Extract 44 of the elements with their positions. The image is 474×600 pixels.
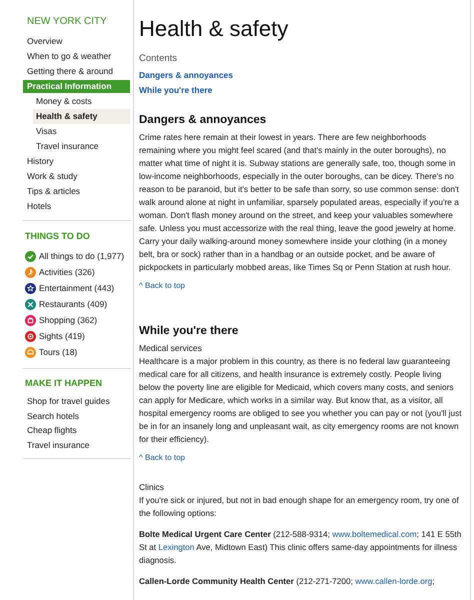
section-heading: THINGS TO DO bbox=[25, 230, 91, 242]
category-link[interactable]: Shopping (362) bbox=[39, 314, 98, 326]
nav-link[interactable]: History bbox=[27, 154, 127, 169]
inline-link[interactable]: Lexington bbox=[158, 542, 194, 552]
back-to-top-link[interactable]: ^ Back to top bbox=[139, 453, 185, 462]
nav-link[interactable]: Overview bbox=[27, 34, 127, 49]
nav-link[interactable]: Search hotels bbox=[27, 408, 127, 423]
subheading: Medical services bbox=[139, 342, 203, 355]
nav-link[interactable]: Travel insurance bbox=[36, 139, 130, 154]
inline-link[interactable]: www.boltemedical.com bbox=[332, 529, 417, 539]
nav-link[interactable]: Shop for travel guides bbox=[27, 394, 127, 408]
category-link[interactable]: All things to do (1,977) bbox=[39, 250, 124, 262]
category-link[interactable]: Tours (18) bbox=[39, 346, 78, 358]
listing-text: Bolte Medical Urgent Care Center (212-588-9314; www.boltemedical.com; 141 E 55th St at Lexington Ave, Midtown East) This clinic offers same-day appointments for illness diagnosis. bbox=[139, 528, 462, 567]
nav-link[interactable]: Health & safety bbox=[33, 109, 130, 124]
nav-link[interactable]: Cheap flights bbox=[27, 423, 127, 438]
section-heading: While you're there bbox=[139, 324, 240, 338]
subheading: Clinics bbox=[139, 481, 166, 494]
paragraph: Healthcare is a major problem in this country, as there is no federal law guaranteeing medical care for all citizens, and health insurance is extremely costly. People living below the poverty line are eligible for Medicaid, which covers many costs, and seniors can apply for Medicare, which works in a similar way. But know that, as a visitor, all hospital emergency rooms are obliged to see you whether you can pay or not (you'll just be in for an insanely long and unpleasant wait, as city emergency rooms are not known for their efficiency). bbox=[139, 355, 462, 446]
nav-link[interactable]: Visas bbox=[36, 124, 130, 139]
back-to-top-link[interactable]: ^ Back to top bbox=[139, 281, 185, 290]
section-heading: Dangers & annoyances bbox=[139, 113, 268, 127]
nav-link[interactable]: Getting there & around bbox=[27, 64, 127, 79]
city-heading: NEW YORK CITY bbox=[27, 16, 108, 28]
nav-link[interactable]: Practical Information bbox=[23, 80, 130, 93]
contents-link[interactable]: Dangers & annoyances bbox=[139, 70, 234, 80]
section-heading: MAKE IT HAPPEN bbox=[25, 377, 104, 389]
category-link[interactable]: Activities (326) bbox=[39, 266, 95, 278]
nav-link[interactable]: Tips & articles bbox=[27, 184, 127, 199]
nav-link[interactable]: When to go & weather bbox=[27, 49, 127, 64]
paragraph: If you're sick or injured, but not in bad enough shape for an emergency room, try one of the following options: bbox=[139, 494, 460, 520]
category-link[interactable]: Entertainment (443) bbox=[39, 282, 114, 294]
page-title: Health & safety bbox=[139, 16, 290, 42]
listing-text: Callen-Lorde Community Health Center (212-271-7200; www.callen-lorde.org; bbox=[139, 575, 436, 588]
nav-link[interactable]: Hotels bbox=[27, 199, 127, 214]
nav-link[interactable]: Work & study bbox=[27, 169, 127, 184]
category-link[interactable]: Sights (419) bbox=[39, 330, 85, 342]
contents-label: Contents bbox=[139, 53, 178, 65]
category-link[interactable]: Restaurants (409) bbox=[39, 298, 108, 310]
nav-link[interactable]: Travel insurance bbox=[27, 438, 127, 452]
inline-link[interactable]: www.callen-lorde.org bbox=[355, 576, 432, 586]
nav-link[interactable]: Money & costs bbox=[36, 94, 130, 109]
paragraph: Crime rates here remain at their lowest in years. There are few neighborhoods remaining where you might feel scared (and that's mainly in the outer boroughs), no matter what time of night it is. Subway stations are generally safe, too, though some in low-income neighborhoods, especially in the outer boroughs, can be dicey. There's no reason to be paranoid, but it's better to be safe than sorry, so use common sense: don't walk around alone at night in unfamiliar, sparsely populated areas, especially if you're a woman. Don't flash money around on the street, and keep your valuables somewhere safe. Unless you must accessorize with the real thing, leave the good jewelry at home. Carry your daily walking-around money somewhere inside your clothing (in a money belt, bra or sock) rather than in a handbag or an outside pocket, and be aware of pickpockets in particularly mobbed areas, like Times Sq or Penn Station at rush hour. bbox=[139, 131, 460, 274]
contents-link[interactable]: While you're there bbox=[139, 85, 212, 95]
